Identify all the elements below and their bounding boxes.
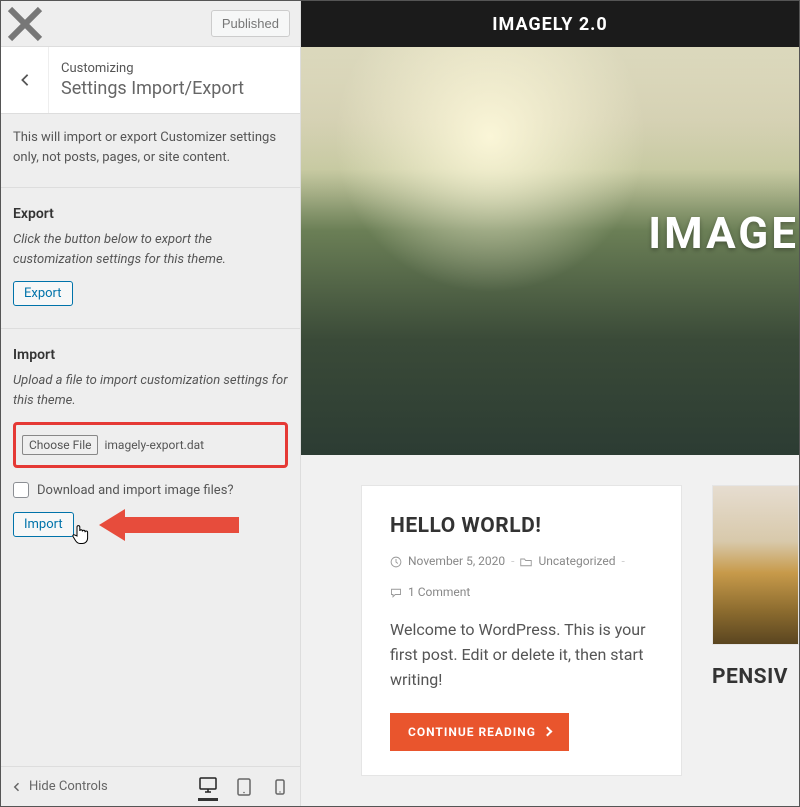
export-hint: Click the button below to export the cus… — [13, 230, 288, 269]
tablet-icon — [237, 778, 251, 796]
customizer-topbar: Published — [1, 1, 300, 47]
annotation-arrow-icon — [99, 508, 239, 542]
import-hint: Upload a file to import customization se… — [13, 371, 288, 410]
close-icon[interactable] — [1, 1, 49, 47]
site-brand: IMAGELY 2.0 — [492, 14, 607, 35]
secondary-post-card: PENSIV — [712, 485, 799, 776]
import-heading: Import — [13, 347, 288, 363]
device-switcher — [198, 773, 290, 801]
hide-controls-button[interactable]: Hide Controls — [11, 779, 108, 794]
post-date: November 5, 2020 — [408, 552, 505, 571]
continue-reading-label: CONTINUE READING — [408, 725, 536, 739]
download-images-label: Download and import image files? — [37, 483, 234, 498]
cursor-hand-icon — [71, 522, 91, 546]
continue-reading-button[interactable]: CONTINUE READING — [390, 713, 569, 751]
clock-icon — [390, 556, 402, 568]
panel-header: Customizing Settings Import/Export — [1, 47, 300, 114]
panel-body: This will import or export Customizer se… — [1, 114, 300, 766]
selected-file-name: imagely-export.dat — [104, 438, 204, 452]
published-button[interactable]: Published — [211, 10, 290, 37]
choose-file-button[interactable]: Choose File — [22, 435, 98, 455]
preview-topbar: IMAGELY 2.0 — [301, 1, 799, 47]
file-picker-highlight: Choose File imagely-export.dat — [13, 422, 288, 468]
chevron-left-icon — [11, 781, 23, 793]
import-section: Import Upload a file to import customiza… — [1, 329, 300, 559]
download-images-row: Download and import image files? — [13, 482, 288, 498]
hero-image: IMAGE — [301, 47, 799, 455]
device-desktop-button[interactable] — [198, 773, 218, 801]
folder-icon — [520, 556, 532, 568]
download-images-checkbox[interactable] — [13, 482, 29, 498]
back-button[interactable] — [1, 47, 49, 113]
post-excerpt: Welcome to WordPress. This is your first… — [390, 618, 653, 692]
device-mobile-button[interactable] — [270, 773, 290, 801]
secondary-post-title[interactable]: PENSIV — [712, 665, 799, 689]
import-button[interactable]: Import — [13, 512, 74, 537]
comment-icon — [390, 587, 402, 599]
site-preview: IMAGELY 2.0 IMAGE HELLO WORLD! November … — [301, 1, 799, 806]
device-tablet-button[interactable] — [234, 773, 254, 801]
post-card: HELLO WORLD! November 5, 2020 - Uncatego… — [361, 485, 682, 776]
post-comments[interactable]: 1 Comment — [408, 583, 470, 602]
post-meta: November 5, 2020 - Uncategorized - 1 Com… — [390, 552, 653, 602]
breadcrumb-label: Customizing — [61, 61, 244, 76]
chevron-right-icon — [542, 727, 552, 737]
hero-title: IMAGE — [648, 207, 799, 259]
export-button[interactable]: Export — [13, 281, 73, 306]
customizer-footer: Hide Controls — [1, 766, 300, 806]
secondary-post-image[interactable] — [712, 485, 799, 645]
mobile-icon — [275, 779, 285, 795]
hide-controls-label: Hide Controls — [29, 779, 108, 794]
post-category[interactable]: Uncategorized — [538, 552, 615, 571]
desktop-icon — [199, 777, 217, 793]
export-heading: Export — [13, 206, 288, 222]
panel-title: Settings Import/Export — [61, 78, 244, 99]
panel-description: This will import or export Customizer se… — [1, 114, 300, 188]
export-section: Export Click the button below to export … — [1, 188, 300, 329]
post-title[interactable]: HELLO WORLD! — [390, 514, 653, 538]
